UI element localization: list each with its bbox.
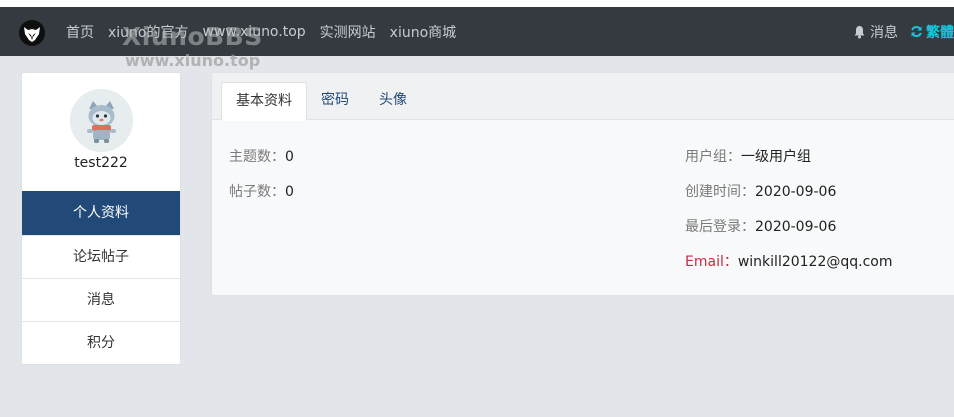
- user-sidebar: test222 个人资料 论坛帖子 消息 积分: [21, 72, 181, 365]
- last-login-label: 最后登录：: [685, 219, 755, 235]
- messages-link[interactable]: 消息: [853, 22, 898, 42]
- top-strip: [0, 0, 954, 7]
- created-value: 2020-09-06: [755, 184, 837, 200]
- profile-card: 基本资料 密码 头像 主题数：0 帖子数：0 用户组：一级用户组 创建时间：20…: [211, 72, 954, 296]
- avatar: [70, 89, 133, 152]
- messages-label: 消息: [870, 24, 898, 41]
- sidebar-item-messages[interactable]: 消息: [22, 278, 180, 321]
- traditional-chinese-link[interactable]: 繁體: [910, 22, 954, 42]
- top-navbar: 首页 xiuno的官方 www.xiuno.top 实测网站 xiuno商城 X…: [0, 7, 954, 56]
- nav-link-test-site[interactable]: 实测网站: [320, 22, 376, 42]
- posts-value: 0: [285, 184, 294, 200]
- group-label: 用户组：: [685, 149, 741, 165]
- nav-link-official[interactable]: xiuno的官方: [108, 22, 189, 42]
- posts-label: 帖子数：: [229, 184, 285, 200]
- username: test222: [74, 155, 128, 171]
- tab-avatar[interactable]: 头像: [365, 82, 421, 119]
- threads-label: 主题数：: [229, 149, 285, 165]
- email-label: Email：: [685, 254, 738, 270]
- user-group: 用户组：一级用户组: [685, 146, 811, 166]
- group-value: 一级用户组: [741, 149, 811, 165]
- email-value: winkill20122@qq.com: [737, 254, 893, 270]
- nav-link-home[interactable]: 首页: [66, 22, 94, 42]
- threads-value: 0: [285, 149, 294, 165]
- refresh-icon: [911, 25, 922, 38]
- profile-tabs: 基本资料 密码 头像: [212, 73, 954, 121]
- created-time: 创建时间：2020-09-06: [685, 181, 836, 201]
- nav-link-website[interactable]: www.xiuno.top: [203, 24, 306, 40]
- nav-link-store[interactable]: xiuno商城: [390, 22, 457, 42]
- tab-basic-info[interactable]: 基本资料: [221, 82, 307, 121]
- created-label: 创建时间：: [685, 184, 755, 200]
- nav-right: 消息 繁體: [853, 7, 954, 56]
- nav-links: 首页 xiuno的官方 www.xiuno.top 实测网站 xiuno商城: [66, 7, 470, 56]
- posts-count: 帖子数：0: [229, 181, 294, 201]
- sidebar-item-forum-posts[interactable]: 论坛帖子: [22, 235, 180, 278]
- tab-password[interactable]: 密码: [307, 82, 363, 119]
- user-menu: 个人资料 论坛帖子 消息 积分: [22, 191, 180, 364]
- site-logo-icon[interactable]: [19, 20, 45, 46]
- bell-icon: [854, 25, 865, 38]
- sidebar-item-points[interactable]: 积分: [22, 321, 180, 364]
- last-login: 最后登录：2020-09-06: [685, 216, 836, 236]
- email: Email：winkill20122@qq.com: [685, 251, 893, 271]
- traditional-label: 繁體: [926, 24, 954, 41]
- threads-count: 主题数：0: [229, 146, 294, 166]
- last-login-value: 2020-09-06: [755, 219, 837, 235]
- sidebar-item-profile[interactable]: 个人资料: [22, 191, 180, 235]
